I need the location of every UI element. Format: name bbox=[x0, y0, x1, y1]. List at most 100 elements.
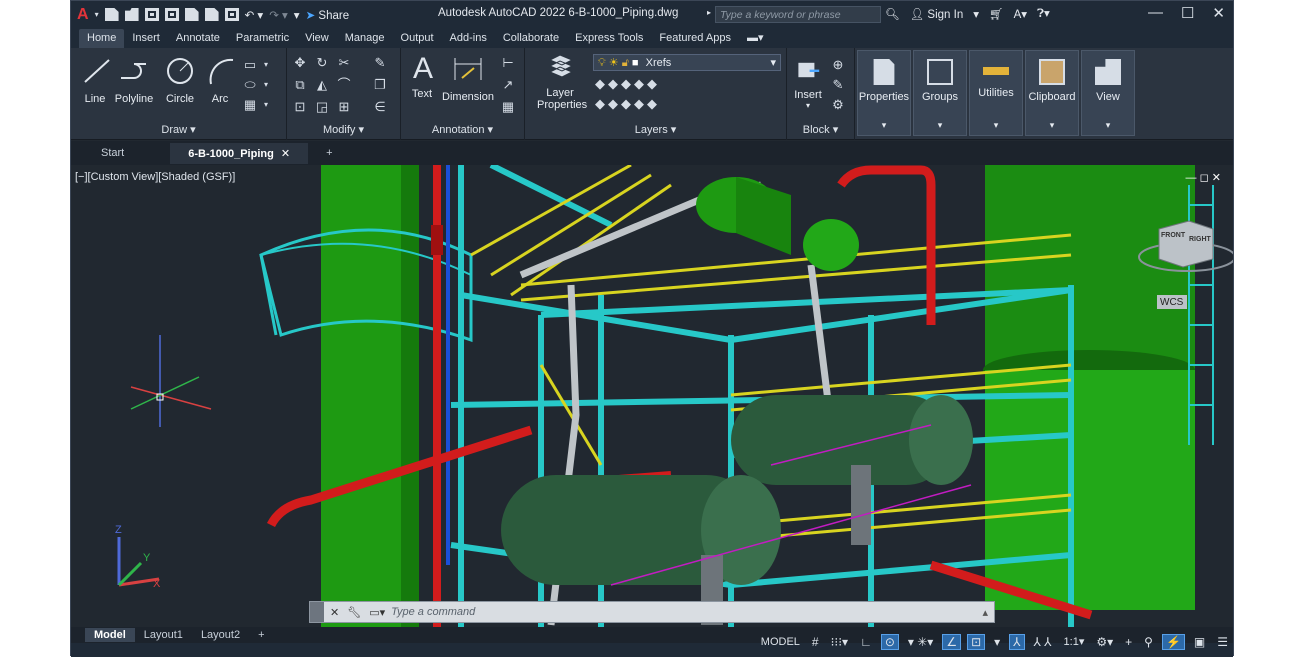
new-icon[interactable] bbox=[104, 8, 119, 21]
hatch-icon[interactable]: ▦ bbox=[243, 98, 257, 112]
layer-dropdown[interactable]: 💡︎ ☀ 🔓︎ ■ Xrefs ▾ bbox=[593, 54, 781, 71]
new-tab-button[interactable]: + bbox=[308, 143, 350, 163]
publish-icon[interactable] bbox=[204, 8, 219, 21]
drawing-tab[interactable]: 6-B-1000_Piping ✕ bbox=[170, 142, 309, 164]
edit-block-icon[interactable]: ✎ bbox=[831, 78, 845, 92]
line-button[interactable]: Line bbox=[81, 56, 110, 105]
tab-express-tools[interactable]: Express Tools bbox=[567, 29, 651, 48]
linear-dimension-icon[interactable]: ⊢ bbox=[501, 56, 515, 70]
model-space-button[interactable]: MODEL bbox=[758, 636, 803, 648]
circle-button[interactable]: Circle bbox=[163, 56, 197, 105]
table-icon[interactable]: ▦ bbox=[501, 100, 515, 114]
close-tab-icon[interactable]: ✕ bbox=[281, 148, 290, 160]
open-icon[interactable] bbox=[124, 8, 139, 21]
object-snap-icon[interactable]: ⊡ bbox=[967, 633, 986, 650]
command-expand-icon[interactable]: ▴ bbox=[982, 606, 988, 619]
drawing-viewport[interactable]: Z Y X [−][Custom View][Shaded (GSF)] FRO… bbox=[71, 165, 1233, 627]
layout2-tab[interactable]: Layout2 bbox=[192, 628, 249, 642]
hardware-acceleration-icon[interactable]: ⚡ bbox=[1161, 633, 1185, 650]
layer-tools-row-2[interactable]: ◆◆◆◆◆ bbox=[595, 96, 660, 112]
copy-icon[interactable]: ⧉ bbox=[293, 78, 307, 92]
layer-properties-button[interactable]: Layer Properties bbox=[537, 52, 587, 111]
ellipse-icon[interactable]: ⬭ bbox=[243, 78, 257, 92]
isodraft-icon[interactable]: ▾ ✳▾ bbox=[905, 635, 936, 649]
mirror-icon[interactable]: ◭ bbox=[315, 78, 329, 92]
layout1-tab[interactable]: Layout1 bbox=[135, 628, 192, 642]
command-history-icon[interactable]: ▭▾ bbox=[369, 606, 385, 619]
snap-icon[interactable]: ⁝⁝⁝▾ bbox=[828, 635, 851, 649]
scale-icon[interactable]: ◲ bbox=[315, 100, 329, 114]
clean-screen-icon[interactable]: ▣ bbox=[1191, 635, 1208, 649]
create-block-icon[interactable]: ⊕ bbox=[831, 58, 845, 72]
plot-icon[interactable] bbox=[224, 8, 239, 21]
properties-panel-button[interactable]: Properties ▾ bbox=[857, 50, 911, 136]
viewport-controls-label[interactable]: [−][Custom View][Shaded (GSF)] bbox=[75, 171, 235, 183]
web-mobile-icon[interactable] bbox=[184, 8, 199, 21]
annotation-scale-icon[interactable]: ⅄ ⅄ bbox=[1031, 635, 1055, 649]
rectangle-icon[interactable]: ▭ bbox=[243, 58, 257, 72]
minimize-icon[interactable]: — bbox=[1148, 4, 1163, 22]
insert-button[interactable]: Insert ▾ bbox=[791, 58, 825, 110]
save-as-icon[interactable] bbox=[164, 8, 179, 21]
maximize-icon[interactable]: ☐ bbox=[1181, 4, 1194, 22]
workspace-gear-icon[interactable]: ⚙▾ bbox=[1093, 635, 1116, 649]
scale-dropdown[interactable]: 1:1▾ bbox=[1061, 635, 1088, 648]
tab-featured-apps[interactable]: Featured Apps bbox=[651, 29, 739, 48]
cart-icon[interactable]: 🛒︎ bbox=[989, 7, 1004, 21]
tab-parametric[interactable]: Parametric bbox=[228, 29, 297, 48]
tab-home[interactable]: Home bbox=[79, 29, 125, 48]
draw-panel-title[interactable]: Draw ▾ bbox=[71, 123, 286, 136]
offset-icon[interactable]: ∈ bbox=[373, 100, 387, 114]
groups-panel-button[interactable]: Groups ▾ bbox=[913, 50, 967, 136]
command-input[interactable]: Type a command bbox=[391, 606, 475, 618]
close-icon[interactable]: ✕ bbox=[1212, 4, 1225, 22]
annotation-panel-title[interactable]: Annotation ▾ bbox=[401, 123, 524, 136]
text-button[interactable]: A Text bbox=[407, 54, 437, 101]
search-input[interactable]: Type a keyword or phrase bbox=[715, 6, 881, 23]
trim-icon[interactable]: ✂ bbox=[337, 56, 351, 70]
tab-collaborate[interactable]: Collaborate bbox=[495, 29, 567, 48]
units-icon[interactable]: ⚲ bbox=[1141, 635, 1156, 649]
annotation-visibility-icon[interactable]: ⅄ bbox=[1009, 633, 1025, 650]
clipboard-panel-button[interactable]: Clipboard ▾ bbox=[1025, 50, 1079, 136]
undo-icon[interactable]: ↶ ▾ bbox=[245, 8, 264, 22]
utilities-panel-button[interactable]: Utilities ▾ bbox=[969, 50, 1023, 136]
view-panel-button[interactable]: View ▾ bbox=[1081, 50, 1135, 136]
modify-panel-title[interactable]: Modify ▾ bbox=[287, 123, 400, 136]
fillet-icon[interactable]: ⌒ bbox=[337, 78, 351, 92]
tab-add-ins[interactable]: Add-ins bbox=[442, 29, 495, 48]
customize-command-icon[interactable]: 🔧︎ bbox=[347, 606, 361, 619]
block-panel-title[interactable]: Block ▾ bbox=[787, 123, 854, 136]
stretch-icon[interactable]: ⊡ bbox=[293, 100, 307, 114]
viewport-window-controls[interactable]: — ◻ ✕ bbox=[1186, 171, 1221, 184]
erase-icon[interactable]: ✎ bbox=[373, 56, 387, 70]
tab-manage[interactable]: Manage bbox=[337, 29, 393, 48]
plus-icon[interactable]: + bbox=[1122, 635, 1135, 649]
autodesk-app-icon[interactable]: A▾ bbox=[1014, 7, 1027, 21]
sign-in-button[interactable]: 👤︎ Sign In bbox=[910, 7, 964, 21]
ortho-icon[interactable]: ∟ bbox=[857, 635, 875, 649]
dimension-button[interactable]: Dimension bbox=[441, 54, 495, 103]
dropdown-icon[interactable]: ▾ bbox=[973, 7, 979, 21]
move-icon[interactable]: ✥ bbox=[293, 56, 307, 70]
tab-output[interactable]: Output bbox=[393, 29, 442, 48]
leader-icon[interactable]: ↗ bbox=[501, 78, 515, 92]
search-expand-icon[interactable]: ▸ bbox=[707, 8, 711, 17]
array-icon[interactable]: ⊞ bbox=[337, 100, 351, 114]
add-layout-button[interactable]: + bbox=[249, 628, 273, 642]
save-icon[interactable] bbox=[144, 8, 159, 21]
explode-icon[interactable]: ❐ bbox=[373, 78, 387, 92]
layer-tools-row-1[interactable]: ◆◆◆◆◆ bbox=[595, 76, 660, 92]
rotate-icon[interactable]: ↻ bbox=[315, 56, 329, 70]
tab-annotate[interactable]: Annotate bbox=[168, 29, 228, 48]
polar-icon[interactable]: ⊙ bbox=[880, 633, 899, 650]
start-tab[interactable]: Start bbox=[83, 143, 142, 163]
share-button[interactable]: ➤ Share bbox=[306, 8, 350, 22]
tab-insert[interactable]: Insert bbox=[124, 29, 168, 48]
model-tab[interactable]: Model bbox=[85, 628, 135, 642]
attribute-icon[interactable]: ⚙ bbox=[831, 98, 845, 112]
layers-panel-title[interactable]: Layers ▾ bbox=[525, 123, 786, 136]
customize-icon[interactable]: ▾ bbox=[294, 8, 300, 22]
ribbon-toggle-icon[interactable]: ▬▾ bbox=[739, 28, 772, 48]
app-menu-button[interactable]: A bbox=[77, 6, 89, 24]
